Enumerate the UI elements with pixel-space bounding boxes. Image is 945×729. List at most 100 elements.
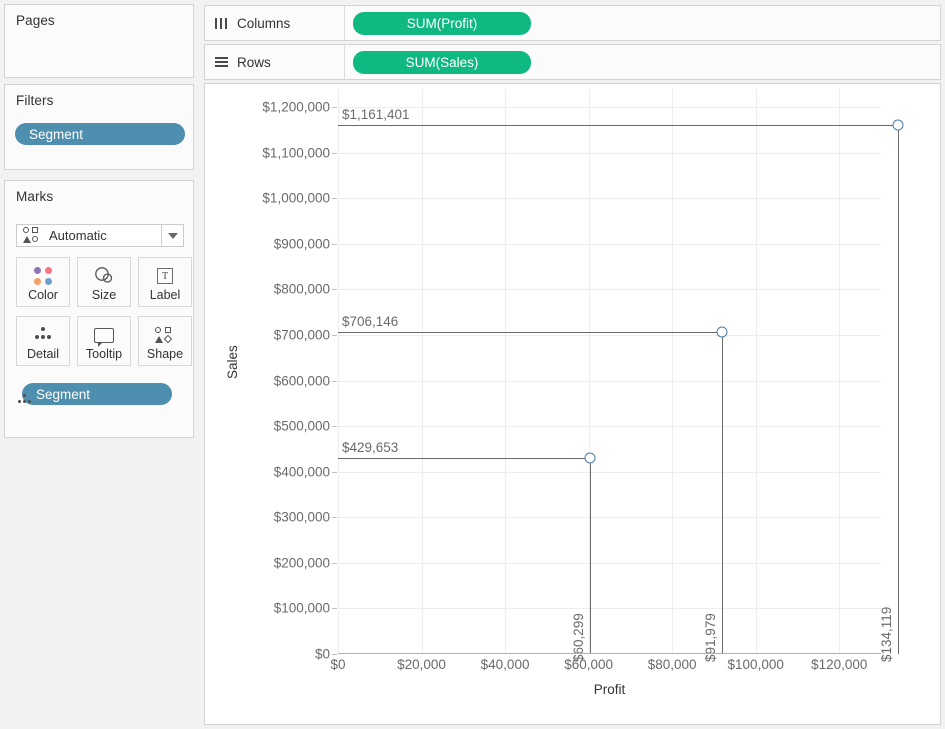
y-axis-tick-mark — [332, 107, 337, 109]
y-axis-tick-label: $300,000 — [273, 509, 330, 525]
gridline-horizontal — [338, 608, 881, 610]
worksheet-pane[interactable]: Sales $0 $100,000 $200,000 $300,000 $400,000… — [204, 83, 941, 725]
gridline-horizontal — [338, 152, 881, 154]
pages-card-title: Pages — [16, 13, 55, 28]
marks-button-tooltip-label: Tooltip — [85, 347, 123, 361]
x-axis-tick-label: $120,000 — [811, 657, 868, 672]
tableau-worksheet-window: Pages Filters Segment Marks Automatic Co… — [0, 0, 945, 729]
data-label-profit: $134,119 — [879, 606, 895, 662]
data-label-sales: $706,146 — [342, 314, 399, 330]
drop-line-vertical — [589, 458, 591, 654]
gridline-vertical — [672, 89, 674, 654]
gridline-vertical — [755, 89, 757, 654]
columns-shelf[interactable]: Columns SUM(Profit) — [204, 5, 941, 41]
x-axis-tick-label: $40,000 — [480, 657, 530, 672]
color-dots-icon — [33, 265, 53, 287]
marks-button-detail[interactable]: Detail — [16, 316, 70, 366]
data-label-profit: $91,979 — [703, 613, 719, 662]
drop-line-vertical — [722, 332, 724, 654]
y-axis-tick-label: $800,000 — [273, 281, 330, 297]
gridline-horizontal — [338, 335, 881, 337]
marks-card-title: Marks — [16, 189, 54, 204]
data-label-sales: $1,161,401 — [342, 106, 410, 122]
y-axis-tick-label: $500,000 — [273, 418, 330, 434]
marks-pill-row: Segment — [16, 383, 172, 405]
x-axis-tick-label: $0 — [330, 657, 346, 672]
y-axis-tick-mark — [332, 198, 337, 200]
y-axis-tick-mark — [332, 335, 337, 337]
marks-button-label[interactable]: T Label — [138, 257, 192, 307]
data-label-sales: $429,653 — [342, 440, 399, 456]
gridline-horizontal — [338, 289, 881, 291]
rows-pill-sum-sales[interactable]: SUM(Sales) — [353, 50, 531, 74]
y-axis-tick-label: $900,000 — [273, 236, 330, 252]
marks-button-shape-label: Shape — [146, 347, 184, 361]
x-axis-tick-label: $100,000 — [727, 657, 784, 672]
y-axis-tick-label: $400,000 — [273, 464, 330, 480]
filters-card-title: Filters — [16, 93, 54, 108]
gridline-horizontal — [338, 517, 881, 519]
columns-icon — [215, 17, 228, 29]
data-point-marker[interactable] — [716, 326, 728, 338]
gridline-horizontal — [338, 243, 881, 245]
y-axis-tick-mark — [332, 608, 337, 610]
plot-area[interactable]: $1,161,401 $134,119 $706,146 $91,979 $429,65… — [338, 89, 904, 662]
rows-shelf[interactable]: Rows SUM(Sales) — [204, 44, 941, 80]
tooltip-bubble-icon — [94, 324, 114, 347]
y-axis-tick-mark — [332, 654, 337, 655]
marks-card: Marks Automatic Color Size T Label Detai… — [4, 180, 194, 438]
gridline-vertical — [338, 89, 339, 654]
y-axis-tick-mark — [332, 517, 337, 519]
y-axis-tick-mark — [332, 152, 337, 154]
marks-button-size-label: Size — [91, 288, 117, 302]
y-axis-tick-label: $100,000 — [273, 600, 330, 616]
marks-pill-segment[interactable]: Segment — [22, 383, 172, 405]
shape-glyph-icon — [155, 324, 175, 346]
reference-line-horizontal — [338, 124, 899, 126]
marks-button-color-label: Color — [28, 288, 58, 302]
filter-pill-segment[interactable]: Segment — [15, 123, 185, 145]
scatter-chart[interactable]: Sales $0 $100,000 $200,000 $300,000 $400,000… — [205, 84, 940, 724]
y-axis-tick-label: $200,000 — [273, 555, 330, 571]
gridline-horizontal — [338, 471, 881, 473]
y-axis-tick-labels: $0 $100,000 $200,000 $300,000 $400,000 $500,0… — [205, 89, 330, 662]
marks-type-dropdown[interactable]: Automatic — [16, 224, 184, 247]
data-point-marker[interactable] — [584, 452, 596, 464]
marks-button-detail-label: Detail — [27, 347, 59, 361]
gridline-horizontal — [338, 562, 881, 564]
y-axis-tick-label: $1,200,000 — [262, 99, 330, 115]
columns-pill-sum-profit[interactable]: SUM(Profit) — [353, 11, 531, 35]
columns-shelf-name: Columns — [237, 15, 291, 31]
marks-button-size[interactable]: Size — [77, 257, 131, 307]
marks-button-label-label: Label — [149, 288, 181, 302]
gridline-vertical — [505, 89, 507, 654]
marks-type-value: Automatic — [49, 228, 107, 243]
y-axis-tick-mark — [332, 471, 337, 473]
x-axis-tick-label: $60,000 — [564, 657, 614, 672]
marks-button-tooltip[interactable]: Tooltip — [77, 316, 131, 366]
gridline-horizontal — [338, 380, 881, 382]
detail-dots-icon — [32, 324, 54, 346]
gridline-vertical — [421, 89, 423, 654]
x-axis-tick-label: $20,000 — [397, 657, 446, 672]
filters-card: Filters Segment — [4, 84, 194, 170]
rows-icon — [215, 56, 228, 68]
columns-shelf-label-zone: Columns — [205, 6, 345, 40]
marks-button-color[interactable]: Color — [16, 257, 70, 307]
y-axis-tick-label: $700,000 — [273, 327, 330, 343]
marks-button-shape[interactable]: Shape — [138, 316, 192, 366]
rows-shelf-pill-zone[interactable]: SUM(Sales) — [345, 45, 940, 79]
data-point-marker[interactable] — [892, 119, 904, 131]
y-axis-tick-mark — [332, 289, 337, 291]
data-label-profit: $60,299 — [570, 613, 586, 662]
reference-line-horizontal — [338, 458, 590, 460]
gridline-horizontal — [338, 107, 881, 109]
left-sidebar: Pages Filters Segment Marks Automatic Co… — [0, 0, 200, 729]
y-axis-tick-label: $1,000,000 — [262, 190, 330, 206]
y-axis-tick-label: $0 — [314, 646, 330, 662]
size-circles-icon — [92, 265, 116, 287]
y-axis-tick-mark — [332, 380, 337, 382]
chevron-down-icon[interactable] — [161, 225, 183, 246]
gridline-horizontal — [338, 198, 881, 200]
columns-shelf-pill-zone[interactable]: SUM(Profit) — [345, 6, 940, 40]
